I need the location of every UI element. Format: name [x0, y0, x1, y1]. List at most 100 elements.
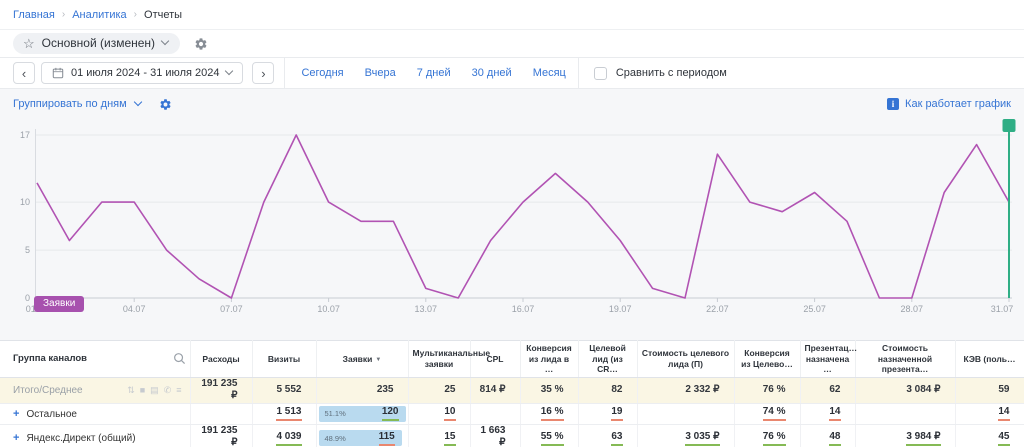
- table-header-row: Группа каналовРасходыВизитыЗаявки▼Мульти…: [0, 341, 1024, 378]
- column-header[interactable]: Расходы: [190, 341, 252, 378]
- cell-value: 2 332 ₽: [685, 384, 719, 397]
- quick-link-7-days[interactable]: 7 дней: [417, 67, 451, 79]
- range-handle[interactable]: [1003, 119, 1016, 132]
- bar-chart-icon[interactable]: ▤: [150, 385, 159, 396]
- column-header[interactable]: CPL: [470, 341, 520, 378]
- x-tick-label: 28.07: [901, 304, 924, 314]
- table-row: +Остальное1 51351.1%1201016 %1974 %1414: [0, 403, 1024, 424]
- x-tick-label: 19.07: [609, 304, 632, 314]
- cell-value: 3 035 ₽: [685, 431, 719, 446]
- chart-help-link[interactable]: i Как работает график: [887, 98, 1011, 110]
- y-tick-label: 10: [20, 197, 30, 207]
- gear-icon: [159, 98, 172, 111]
- quick-link-30-days[interactable]: 30 дней: [472, 67, 512, 79]
- compare-period-label: Сравнить с периодом: [616, 67, 727, 79]
- x-tick-label: 10.07: [317, 304, 340, 314]
- cell-value: 16 %: [541, 406, 564, 421]
- cell-value: 14: [998, 406, 1009, 421]
- prev-period-button[interactable]: ‹: [13, 62, 35, 84]
- phone-icon[interactable]: ✆: [164, 385, 172, 396]
- quick-link-today[interactable]: Сегодня: [301, 67, 343, 79]
- date-range-label: 01 июля 2024 - 31 июля 2024: [71, 67, 219, 79]
- cell-value: 55 %: [541, 431, 564, 446]
- cell-value: 14: [829, 406, 840, 421]
- share-percent: 51.1%: [325, 409, 346, 418]
- row-label: Итого/Среднее: [13, 385, 83, 396]
- expand-row-button[interactable]: +: [13, 432, 19, 444]
- column-header[interactable]: Целевой лид (из CR…: [578, 341, 637, 378]
- sort-icon[interactable]: ⇅: [127, 385, 135, 396]
- cell-value: 19: [611, 406, 622, 421]
- report-selector-label: Основной (изменен): [42, 36, 155, 50]
- cell-value: 59: [998, 384, 1009, 397]
- cell-value: 25: [444, 384, 455, 397]
- star-icon[interactable]: ☆: [23, 37, 35, 50]
- x-tick-label: 13.07: [415, 304, 438, 314]
- chevron-down-icon: [161, 37, 169, 45]
- column-header[interactable]: Визиты: [252, 341, 316, 378]
- chart-section: Группировать по дням i Как работает граф…: [0, 89, 1024, 340]
- chart-toolbar: Группировать по дням i Как работает граф…: [0, 89, 1024, 113]
- x-tick-label: 25.07: [803, 304, 826, 314]
- cell-value: 76 %: [763, 431, 786, 446]
- square-icon[interactable]: ■: [140, 385, 145, 396]
- expand-row-button[interactable]: +: [13, 408, 19, 420]
- series-line-zayavki: [37, 135, 1009, 298]
- next-period-button[interactable]: ›: [252, 62, 274, 84]
- cell-value: 4 039: [276, 431, 301, 446]
- cell-value: 191 235 ₽: [197, 378, 238, 403]
- cell-value: 3 984 ₽: [906, 431, 940, 446]
- cell-value: 3 084 ₽: [906, 384, 940, 397]
- cell-value: 62: [829, 384, 840, 397]
- cell-value: 115: [379, 431, 395, 446]
- compare-period-checkbox[interactable]: [594, 67, 607, 80]
- compare-period-control: Сравнить с периодом: [578, 58, 727, 89]
- chevron-down-icon: [225, 67, 233, 75]
- column-header[interactable]: Конверсия из Целево…: [734, 341, 800, 378]
- table-row: +Яндекс.Директ (общий)191 235 ₽4 03948.9…: [0, 424, 1024, 447]
- menu-icon[interactable]: ≡: [176, 385, 181, 396]
- quick-ranges: Сегодня Вчера 7 дней 30 дней Месяц: [301, 67, 565, 79]
- x-tick-label: 16.07: [512, 304, 535, 314]
- cell-value: 76 %: [763, 384, 786, 397]
- report-settings-button[interactable]: [194, 37, 208, 51]
- report-selector-dropdown[interactable]: ☆ Основной (изменен): [13, 33, 180, 54]
- quick-link-yesterday[interactable]: Вчера: [365, 67, 396, 79]
- cell-value: 74 %: [763, 406, 786, 421]
- share-percent: 48.9%: [325, 434, 346, 443]
- sort-desc-icon: ▼: [375, 357, 381, 363]
- breadcrumb-link-analytics[interactable]: Аналитика: [72, 9, 126, 21]
- legend-badge-zayavki[interactable]: Заявки: [34, 296, 84, 312]
- column-header[interactable]: Стоимость целевого лида (П): [637, 341, 734, 378]
- channels-table: Группа каналовРасходыВизитыЗаявки▼Мульти…: [0, 340, 1024, 447]
- column-header[interactable]: Презентац… назначена …: [800, 341, 855, 378]
- column-header[interactable]: Конверсия из лида в …: [520, 341, 578, 378]
- share-bar: 48.9% 115: [319, 430, 402, 446]
- report-selector-bar: ☆ Основной (изменен): [0, 30, 1024, 58]
- column-header[interactable]: Заявки▼: [316, 341, 408, 378]
- info-icon: i: [887, 98, 899, 110]
- cell-value: 814 ₽: [480, 384, 506, 397]
- breadcrumb-separator: ›: [62, 9, 65, 20]
- cell-value: 48: [829, 431, 840, 446]
- cell-value: 191 235 ₽: [197, 425, 238, 447]
- quick-link-month[interactable]: Месяц: [533, 67, 566, 79]
- x-tick-label: 31.07: [991, 304, 1014, 314]
- column-header[interactable]: КЭВ (поль…: [955, 341, 1024, 378]
- share-bar: 51.1%120: [319, 406, 406, 422]
- breadcrumb-separator: ›: [134, 9, 137, 20]
- chart-settings-button[interactable]: [159, 98, 172, 111]
- cell-value: 1 513: [276, 406, 301, 421]
- chevron-down-icon: [133, 98, 141, 106]
- group-by-dropdown[interactable]: Группировать по дням: [13, 98, 172, 111]
- breadcrumb-link-main[interactable]: Главная: [13, 9, 55, 21]
- column-header[interactable]: Стоимость назначенной презента…: [855, 341, 955, 378]
- x-tick-label: 07.07: [220, 304, 243, 314]
- date-bar: ‹ 01 июля 2024 - 31 июля 2024 › Сегодня …: [0, 58, 1024, 89]
- gear-icon: [194, 37, 208, 51]
- search-icon[interactable]: [173, 352, 186, 365]
- cell-value: 5 552: [276, 384, 301, 397]
- column-header[interactable]: Группа каналов: [0, 341, 190, 378]
- date-range-picker[interactable]: 01 июля 2024 - 31 июля 2024: [41, 62, 243, 84]
- column-header[interactable]: Мультиканальные заявки: [408, 341, 470, 378]
